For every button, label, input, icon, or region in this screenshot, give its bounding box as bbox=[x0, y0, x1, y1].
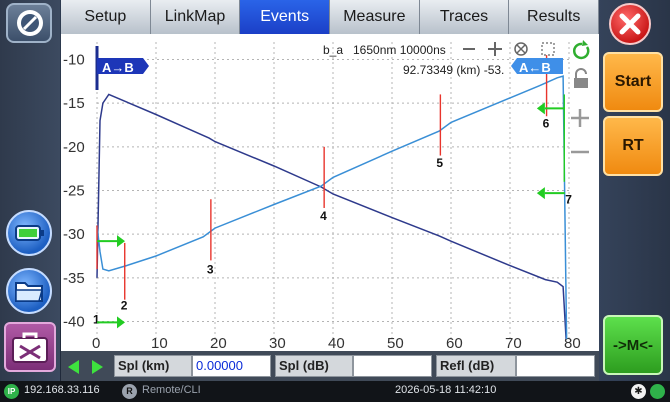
lock-icon[interactable] bbox=[574, 68, 588, 88]
x-tick-label: 0 bbox=[92, 335, 100, 351]
trace-series bbox=[96, 75, 568, 340]
y-tick-label: -30 bbox=[63, 226, 85, 243]
y-tick-label: -35 bbox=[63, 270, 85, 287]
reflectance-field[interactable] bbox=[516, 355, 595, 377]
tab-traces[interactable]: Traces bbox=[419, 0, 510, 34]
start-button[interactable]: Start bbox=[603, 52, 663, 112]
ip-address: 192.168.33.116 bbox=[24, 384, 100, 396]
zoom-window-icon[interactable] bbox=[541, 42, 555, 56]
tab-bar: Setup LinkMap Events Measure Traces Resu… bbox=[61, 0, 600, 34]
files-button[interactable] bbox=[6, 268, 52, 314]
event-number-label: 7 bbox=[565, 193, 572, 207]
x-tick-label: 70 bbox=[505, 335, 522, 351]
a-from-b-cursor[interactable]: A←B bbox=[511, 58, 563, 75]
splice-db-label: Spl (dB) bbox=[275, 355, 353, 377]
close-button[interactable] bbox=[609, 3, 651, 45]
tab-events[interactable]: Events bbox=[240, 0, 331, 34]
trace-a-to-b-line bbox=[96, 93, 567, 340]
network-icon[interactable] bbox=[650, 384, 665, 399]
event-number-label: 4 bbox=[320, 209, 327, 223]
battery-button[interactable] bbox=[6, 210, 52, 256]
y-tick-label: -10 bbox=[63, 51, 85, 68]
realtime-button[interactable]: RT bbox=[603, 116, 663, 176]
bluetooth-icon[interactable]: ✱ bbox=[631, 384, 646, 399]
tab-linkmap[interactable]: LinkMap bbox=[150, 0, 241, 34]
dial-icon bbox=[17, 10, 43, 36]
event-number-label: 5 bbox=[436, 156, 443, 170]
next-event-icon[interactable] bbox=[92, 360, 103, 374]
axis-labels: 0 10 20 30 40 50 60 70 80-10-15-20-25-30-35-40 bbox=[63, 51, 581, 351]
date-time: 2026-05-18 11:42:10 bbox=[395, 384, 497, 396]
x-tick-label: 10 bbox=[151, 335, 168, 351]
x-tick-label: 60 bbox=[446, 335, 463, 351]
status-bar: IP 192.168.33.116 R Remote/CLI 2026-05-1… bbox=[0, 381, 670, 402]
home-menu-button[interactable] bbox=[6, 3, 52, 43]
battery-icon bbox=[15, 225, 44, 241]
trace-name: b_a bbox=[323, 43, 343, 57]
close-icon bbox=[619, 13, 641, 35]
y-tick-label: -25 bbox=[63, 183, 85, 200]
a-to-b-label: A→B bbox=[102, 60, 134, 75]
x-tick-label: 30 bbox=[269, 335, 286, 351]
lower-start-arrow bbox=[97, 316, 125, 329]
splice-km-field[interactable]: 0.00000 bbox=[192, 355, 271, 377]
tab-measure[interactable]: Measure bbox=[330, 0, 420, 34]
green-arrow-head bbox=[117, 316, 125, 329]
toolbox-icon bbox=[12, 332, 48, 363]
y-tick-label: -40 bbox=[63, 314, 85, 331]
marker-button[interactable]: ->M<- bbox=[603, 315, 663, 375]
event-number-label: 2 bbox=[121, 298, 128, 312]
lower-end-arrow bbox=[536, 187, 565, 200]
tab-results[interactable]: Results bbox=[509, 0, 600, 34]
y-tick-label: -15 bbox=[63, 95, 85, 112]
upper-end-arrow bbox=[536, 102, 565, 115]
remote-icon: R bbox=[122, 384, 137, 399]
zoom-in-icon[interactable] bbox=[488, 42, 502, 56]
a-from-b-label: A←B bbox=[519, 60, 551, 75]
upper-start-arrow bbox=[97, 235, 125, 248]
distance-readout: 92.73349 (km) -53. bbox=[403, 63, 504, 77]
ip-icon: IP bbox=[4, 384, 19, 399]
x-tick-label: 20 bbox=[210, 335, 227, 351]
splice-db-field[interactable] bbox=[353, 355, 432, 377]
plus-icon[interactable] bbox=[571, 109, 589, 127]
y-tick-label: -20 bbox=[63, 139, 85, 156]
remote-status: Remote/CLI bbox=[142, 384, 201, 396]
event-number-label: 3 bbox=[207, 262, 214, 276]
event-number-label: 6 bbox=[543, 117, 550, 131]
measurement-bar: Spl (km) 0.00000 Spl (dB) Refl (dB) bbox=[61, 351, 599, 381]
folder-icon bbox=[15, 282, 43, 302]
a-to-b-cursor[interactable]: A→B bbox=[95, 46, 149, 90]
green-arrow-head bbox=[536, 102, 545, 115]
previous-event-icon[interactable] bbox=[68, 360, 79, 374]
refresh-icon[interactable] bbox=[573, 40, 590, 60]
trace-plot[interactable]: 0 10 20 30 40 50 60 70 80-10-15-20-25-30-35-40 1… bbox=[61, 34, 599, 351]
green-arrow-head bbox=[117, 235, 125, 248]
splice-km-label: Spl (km) bbox=[114, 355, 192, 377]
otdr-screen: Setup LinkMap Events Measure Traces Resu… bbox=[0, 0, 670, 402]
x-tick-label: 50 bbox=[387, 335, 404, 351]
green-arrow-head bbox=[536, 187, 545, 200]
tools-button[interactable] bbox=[4, 322, 56, 372]
trace-b-to-a-line bbox=[96, 75, 568, 340]
event-number-label: 1 bbox=[93, 312, 100, 326]
grid bbox=[96, 42, 570, 339]
zoom-reset-icon[interactable] bbox=[514, 42, 528, 56]
wavelength-pulse: 1650nm 10000ns bbox=[353, 43, 446, 57]
otdr-trace-chart[interactable]: 0 10 20 30 40 50 60 70 80 -10 -15 -20 -25 -30 -35 -40 1… bbox=[61, 34, 599, 351]
reflectance-label: Refl (dB) bbox=[436, 355, 516, 377]
x-tick-label: 40 bbox=[328, 335, 345, 351]
tab-setup[interactable]: Setup bbox=[61, 0, 151, 34]
